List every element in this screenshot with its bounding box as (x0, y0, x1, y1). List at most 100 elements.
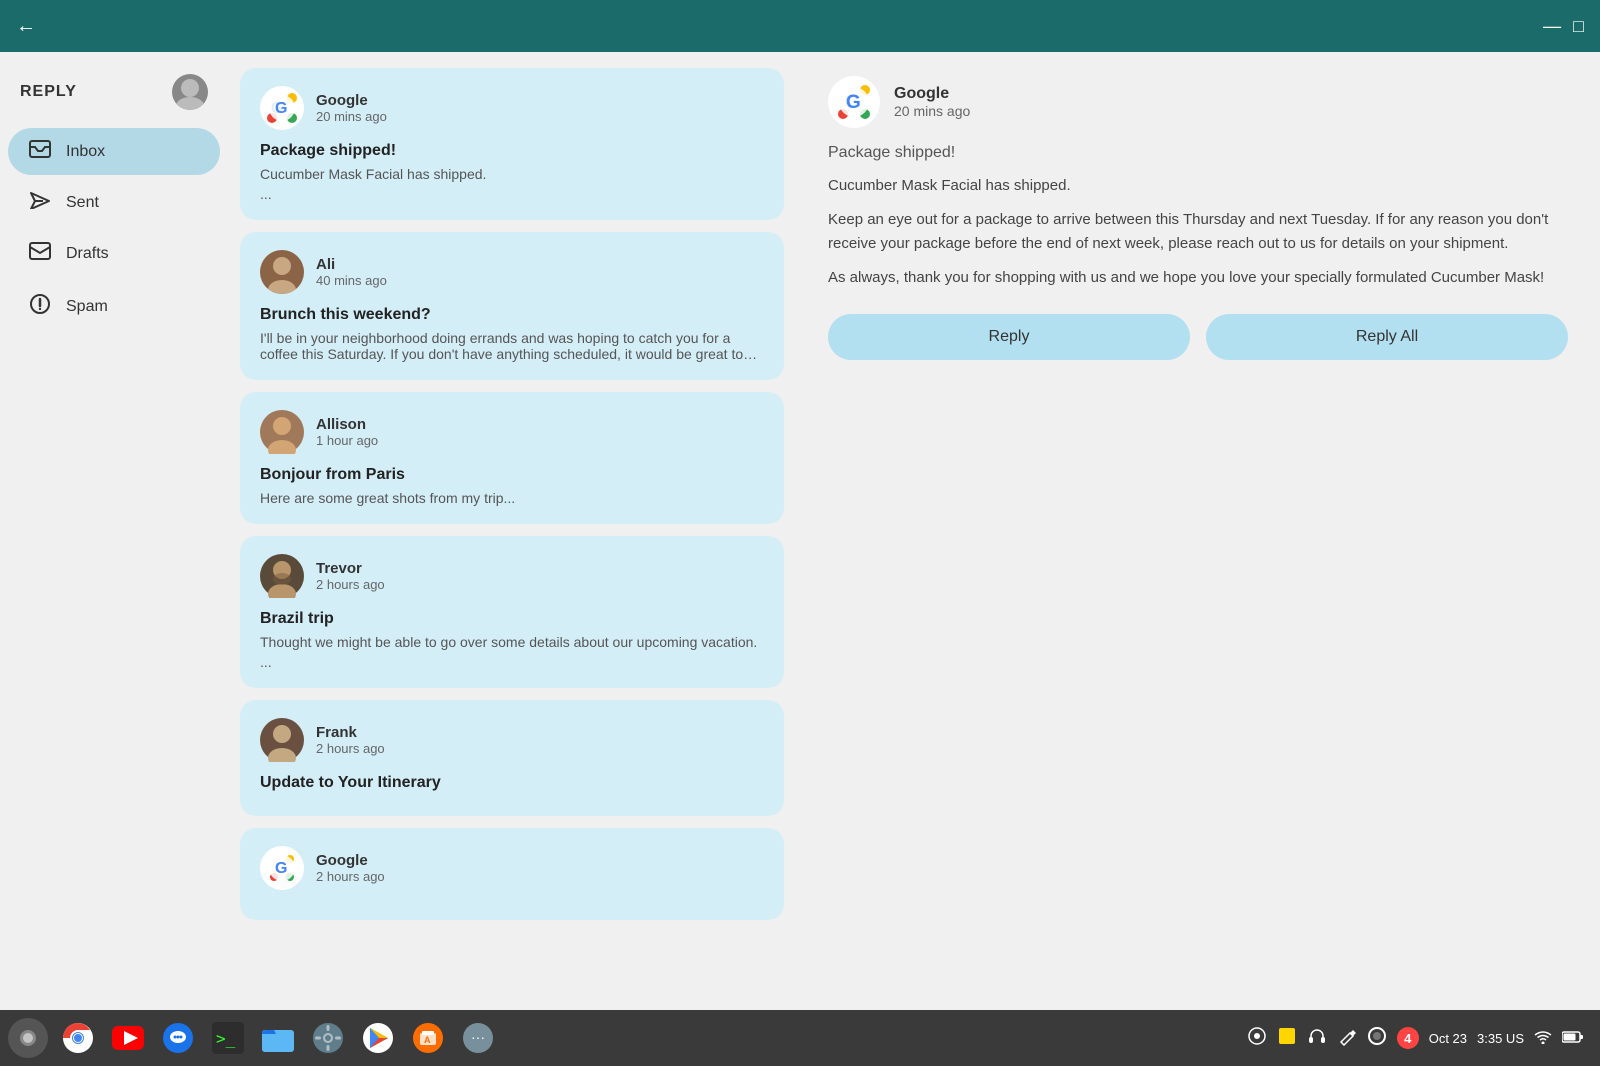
email-subject: Brunch this weekend? (260, 306, 764, 324)
taskbar-right: 4 Oct 23 3:35 US (1247, 1026, 1592, 1051)
email-subject: Bonjour from Paris (260, 466, 764, 484)
email-subject: Brazil trip (260, 610, 764, 628)
list-item[interactable]: Trevor 2 hours ago Brazil trip Thought w… (240, 536, 784, 688)
avatar: G G (260, 846, 304, 890)
sent-icon (28, 191, 52, 214)
detail-actions: Reply Reply All (828, 314, 1568, 360)
avatar (260, 250, 304, 294)
inbox-icon (28, 140, 52, 163)
avatar (260, 554, 304, 598)
spam-icon (28, 293, 52, 320)
taskbar-app-archive[interactable]: A (406, 1016, 450, 1060)
avatar (260, 718, 304, 762)
email-detail: G G Google 20 mins ago Package shipped! … (796, 52, 1600, 1010)
email-preview: Thought we might be able to go over some… (260, 634, 764, 650)
taskbar-apps: >_ (56, 1016, 500, 1060)
taskbar-app-chrome[interactable] (56, 1016, 100, 1060)
email-sender: Allison (316, 416, 378, 433)
email-time: 2 hours ago (316, 577, 385, 592)
taskbar: >_ (0, 1010, 1600, 1066)
email-sender: Frank (316, 724, 385, 741)
app-container: REPLY Inbox Sent (0, 52, 1600, 1010)
reply-button[interactable]: Reply (828, 314, 1190, 360)
pen-icon[interactable] (1337, 1026, 1357, 1051)
taskbar-left: >_ (8, 1016, 500, 1060)
detail-body-1: Cucumber Mask Facial has shipped. (828, 174, 1568, 198)
title-bar-controls: — □ (1543, 16, 1584, 37)
battery-icon[interactable] (1562, 1028, 1584, 1049)
email-sender: Google (316, 852, 385, 869)
camera-icon[interactable] (1247, 1026, 1267, 1051)
svg-text:···: ··· (471, 1029, 485, 1045)
email-subject: Update to Your Itinerary (260, 774, 764, 792)
email-ellipsis: ... (260, 186, 764, 202)
sidebar-title: REPLY (20, 83, 77, 101)
detail-body-5: As always, thank you for shopping with u… (828, 266, 1568, 290)
avatar (172, 74, 208, 110)
sidebar-item-inbox[interactable]: Inbox (8, 128, 220, 175)
list-item[interactable]: G G Google 20 mins ago Package shippe (240, 68, 784, 220)
email-list: G G Google 20 mins ago Package shippe (228, 52, 796, 1010)
svg-text:>_: >_ (216, 1029, 236, 1048)
detail-subject: Package shipped! (828, 144, 1568, 162)
avatar: G G (260, 86, 304, 130)
email-sender: Ali (316, 256, 387, 273)
title-bar: ← — □ (0, 0, 1600, 52)
taskbar-app-playstore[interactable] (356, 1016, 400, 1060)
taskbar-app-messages[interactable] (156, 1016, 200, 1060)
email-time: 1 hour ago (316, 433, 378, 448)
wifi-icon[interactable] (1534, 1028, 1552, 1049)
back-button[interactable]: ← (16, 15, 36, 38)
sidebar-label-spam: Spam (66, 298, 108, 316)
sidebar-header: REPLY (0, 62, 228, 126)
email-sender: Trevor (316, 560, 385, 577)
email-ellipsis: ... (260, 654, 764, 670)
svg-text:A: A (424, 1035, 431, 1045)
taskbar-app-terminal[interactable]: >_ (206, 1016, 250, 1060)
notification-badge[interactable]: 4 (1397, 1027, 1419, 1049)
detail-header: G G Google 20 mins ago (828, 76, 1568, 128)
email-time: 40 mins ago (316, 273, 387, 288)
svg-text:G: G (846, 92, 861, 113)
svg-text:G: G (275, 860, 287, 877)
svg-text:G: G (275, 100, 287, 117)
list-item[interactable]: G G Google 2 hours ago (240, 828, 784, 920)
detail-avatar: G G (828, 76, 880, 128)
taskbar-app-youtube[interactable] (106, 1016, 150, 1060)
drafts-icon (28, 242, 52, 265)
list-item[interactable]: Frank 2 hours ago Update to Your Itinera… (240, 700, 784, 816)
email-preview: Cucumber Mask Facial has shipped. (260, 166, 764, 182)
detail-sender: Google (894, 85, 970, 103)
minimize-button[interactable]: — (1543, 16, 1561, 37)
email-sender: Google (316, 92, 387, 109)
taskbar-app-more[interactable]: ··· (456, 1016, 500, 1060)
sidebar-item-spam[interactable]: Spam (8, 281, 220, 332)
list-item[interactable]: Ali 40 mins ago Brunch this weekend? I'l… (240, 232, 784, 380)
taskbar-app-settings[interactable] (306, 1016, 350, 1060)
circle-dot-icon[interactable] (1367, 1026, 1387, 1051)
detail-body-3: Keep an eye out for a package to arrive … (828, 208, 1568, 256)
headphone-icon[interactable] (1307, 1026, 1327, 1051)
avatar (260, 410, 304, 454)
sidebar-label-inbox: Inbox (66, 143, 105, 161)
list-item[interactable]: Allison 1 hour ago Bonjour from Paris He… (240, 392, 784, 524)
sidebar: REPLY Inbox Sent (0, 52, 228, 1010)
sidebar-label-sent: Sent (66, 194, 99, 212)
taskbar-app-files[interactable] (256, 1016, 300, 1060)
notes-icon[interactable] (1277, 1026, 1297, 1051)
launcher-button[interactable] (8, 1018, 48, 1058)
taskbar-time: 3:35 US (1477, 1031, 1524, 1046)
email-time: 2 hours ago (316, 741, 385, 756)
sidebar-label-drafts: Drafts (66, 245, 109, 263)
email-preview: I'll be in your neighborhood doing erran… (260, 330, 764, 362)
email-preview: Here are some great shots from my trip..… (260, 490, 764, 506)
email-subject: Package shipped! (260, 142, 764, 160)
email-time: 2 hours ago (316, 869, 385, 884)
sidebar-item-sent[interactable]: Sent (8, 179, 220, 226)
sidebar-item-drafts[interactable]: Drafts (8, 230, 220, 277)
detail-time: 20 mins ago (894, 103, 970, 119)
reply-all-button[interactable]: Reply All (1206, 314, 1568, 360)
email-time: 20 mins ago (316, 109, 387, 124)
maximize-button[interactable]: □ (1573, 16, 1584, 37)
taskbar-date: Oct 23 (1429, 1031, 1467, 1046)
